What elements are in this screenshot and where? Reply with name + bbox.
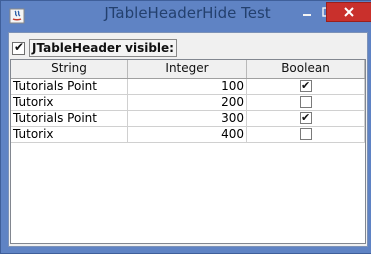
boolean-cell[interactable]	[247, 95, 365, 110]
string-cell[interactable]: Tutorix	[11, 127, 128, 142]
header-visible-label[interactable]: JTableHeader visible:	[29, 39, 177, 57]
table-header: String Integer Boolean	[11, 60, 365, 79]
table-row[interactable]: Tutorix 200	[11, 95, 365, 111]
content-panel: ✔ JTableHeader visible: String Integer B…	[8, 32, 368, 247]
integer-cell[interactable]: 200	[128, 95, 247, 110]
boolean-cell[interactable]: ✔	[247, 79, 365, 94]
minimize-icon[interactable]	[296, 2, 318, 22]
app-window: JTableHeaderHide Test ✔ JTableHeader vis…	[0, 0, 375, 254]
table-row[interactable]: Tutorials Point 300 ✔	[11, 111, 365, 127]
column-header-integer[interactable]: Integer	[128, 60, 247, 78]
column-header-string[interactable]: String	[11, 60, 128, 78]
title-bar[interactable]: JTableHeaderHide Test	[1, 1, 374, 32]
string-cell[interactable]: Tutorix	[11, 95, 128, 110]
close-icon	[344, 7, 354, 17]
checkmark-icon: ✔	[14, 39, 25, 54]
window-shadow	[371, 0, 377, 254]
row-checkbox[interactable]: ✔	[300, 79, 312, 92]
checkmark-icon: ✔	[301, 111, 311, 124]
boolean-cell[interactable]: ✔	[247, 111, 365, 126]
row-checkbox[interactable]	[300, 96, 312, 108]
close-button[interactable]	[326, 2, 372, 22]
table-row[interactable]: Tutorix 400	[11, 127, 365, 143]
integer-cell[interactable]: 300	[128, 111, 247, 126]
column-header-boolean[interactable]: Boolean	[247, 60, 365, 78]
string-cell[interactable]: Tutorials Point	[11, 79, 128, 94]
data-table: String Integer Boolean Tutorials Point 1…	[10, 59, 366, 244]
checkmark-icon: ✔	[301, 79, 311, 92]
table-row[interactable]: Tutorials Point 100 ✔	[11, 79, 365, 95]
row-checkbox[interactable]	[300, 128, 312, 140]
row-checkbox[interactable]: ✔	[300, 111, 312, 124]
integer-cell[interactable]: 100	[128, 79, 247, 94]
header-visible-checkbox[interactable]: ✔	[12, 39, 25, 55]
header-visible-option[interactable]: ✔ JTableHeader visible:	[12, 39, 177, 57]
integer-cell[interactable]: 400	[128, 127, 247, 142]
boolean-cell[interactable]	[247, 127, 365, 142]
string-cell[interactable]: Tutorials Point	[11, 111, 128, 126]
